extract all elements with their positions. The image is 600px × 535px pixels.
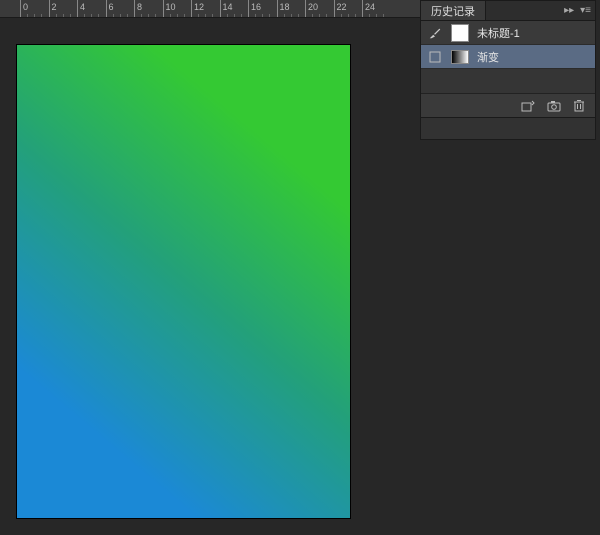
ruler-tick: 14 [220,0,221,18]
history-item-label: 未标题-1 [477,25,520,41]
ruler-tick-minor [155,14,156,18]
ruler-tick-minor [198,14,199,18]
workspace: 024681012141618202224 [0,0,420,535]
ruler-tick-minor [341,14,342,18]
ruler-tick-label: 4 [80,2,85,12]
ruler-tick-minor [84,14,85,18]
ruler-tick: 0 [20,0,21,18]
ruler-tick-minor [291,14,292,18]
ruler-tick-minor [141,14,142,18]
new-snapshot-icon[interactable] [521,100,535,112]
ruler-tick: 6 [106,0,107,18]
ruler-tick-minor [383,14,384,18]
ruler-tick-label: 22 [337,2,347,12]
ruler-tick-minor [212,14,213,18]
ruler-tick-minor [269,14,270,18]
ruler-tick-label: 2 [52,2,57,12]
ruler-tick-minor [312,14,313,18]
tab-history-label: 历史记录 [431,3,475,19]
ruler-tick: 10 [163,0,164,18]
ruler-tick-minor [241,14,242,18]
ruler-tick-minor [177,14,178,18]
ruler-tick-minor [355,14,356,18]
ruler-tick: 24 [362,0,363,18]
history-panel: 历史记录 ▸▸ ▾≡ 未标题-1 渐变 [420,0,596,140]
ruler-tick-label: 18 [280,2,290,12]
ruler-tick-minor [376,14,377,18]
ruler-tick-label: 6 [109,2,114,12]
trash-icon[interactable] [573,99,585,112]
ruler-tick-minor [369,14,370,18]
ruler-tick: 12 [191,0,192,18]
history-list: 未标题-1 渐变 [421,21,595,93]
panel-divider [421,117,595,139]
ruler-tick-minor [148,14,149,18]
ruler-tick-minor [284,14,285,18]
panel-tab-bar: 历史记录 ▸▸ ▾≡ [421,1,595,21]
ruler-tick: 8 [134,0,135,18]
ruler-tick-minor [205,14,206,18]
ruler-tick: 16 [248,0,249,18]
canvas[interactable] [17,45,350,518]
ruler-tick-minor [170,14,171,18]
history-brush-icon [427,25,443,41]
ruler-tick-minor [98,14,99,18]
ruler-tick-minor [120,14,121,18]
panel-footer [421,93,595,117]
history-item-new-document[interactable]: 未标题-1 [421,21,595,45]
ruler-tick-minor [184,14,185,18]
ruler-tick: 2 [49,0,50,18]
ruler-tick-label: 14 [223,2,233,12]
ruler-tick-minor [227,14,228,18]
ruler-tick-label: 8 [137,2,142,12]
history-item-gradient[interactable]: 渐变 [421,45,595,69]
document-thumb-icon [451,24,469,42]
ruler-tick-minor [27,14,28,18]
ruler-tick-minor [234,14,235,18]
ruler-tick-label: 10 [166,2,176,12]
panel-menu-icon[interactable]: ▾≡ [580,5,591,16]
ruler-tick-minor [63,14,64,18]
tab-history[interactable]: 历史记录 [421,1,486,20]
ruler-tick-minor [262,14,263,18]
ruler-tick-minor [326,14,327,18]
ruler-tick-minor [113,14,114,18]
ruler-tick-minor [255,14,256,18]
ruler-tick-minor [41,14,42,18]
ruler-tick-minor [298,14,299,18]
ruler-tick-minor [127,14,128,18]
camera-icon[interactable] [547,100,561,112]
history-item-label: 渐变 [477,49,499,65]
ruler-tick-label: 0 [23,2,28,12]
ruler-tick: 18 [277,0,278,18]
history-empty-slot [421,69,595,93]
ruler-tick-label: 16 [251,2,261,12]
ruler-tick-minor [34,14,35,18]
history-step-icon [427,49,443,65]
ruler-tick-label: 12 [194,2,204,12]
ruler-tick-minor [70,14,71,18]
panel-menu: ▸▸ ▾≡ [564,5,595,16]
ruler-tick: 22 [334,0,335,18]
ruler-tick: 4 [77,0,78,18]
ruler-horizontal: 024681012141618202224 [0,0,420,18]
ruler-tick-minor [348,14,349,18]
ruler-tick-label: 20 [308,2,318,12]
ruler-tick-minor [319,14,320,18]
panel-expand-icon[interactable]: ▸▸ [564,5,574,16]
ruler-tick-minor [56,14,57,18]
ruler-tick-label: 24 [365,2,375,12]
gradient-thumb-icon [451,50,469,64]
ruler-tick: 20 [305,0,306,18]
ruler-tick-minor [91,14,92,18]
